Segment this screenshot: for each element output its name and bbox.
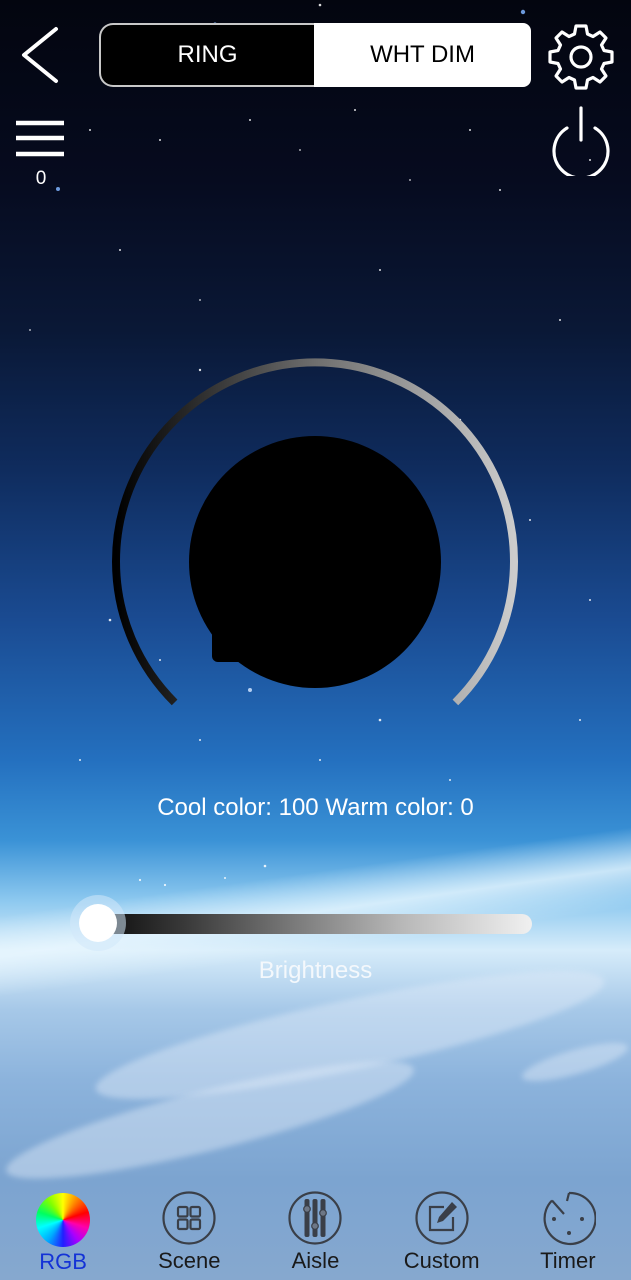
brightness-slider-thumb[interactable]: [79, 904, 117, 942]
timer-icon: [543, 1191, 596, 1246]
tab-timer[interactable]: Timer: [505, 1190, 631, 1280]
menu-button[interactable]: [14, 118, 66, 160]
tab-timer-label: Timer: [540, 1248, 596, 1273]
segment-ring[interactable]: RING: [99, 23, 314, 87]
cloud-decoration: [518, 1035, 631, 1089]
edit-icon: [415, 1191, 469, 1245]
equalizer-icon: [288, 1191, 343, 1245]
tab-rgb[interactable]: RGB: [0, 1190, 126, 1280]
brightness-slider[interactable]: [70, 894, 540, 952]
color-value-readout: Cool color: 100 Warm color: 0: [157, 794, 474, 821]
tab-scene-label: Scene: [158, 1248, 221, 1273]
tab-aisle-label: Aisle: [291, 1248, 340, 1273]
bottom-tab-bar: RGB Scene Aisle Custom Timer: [0, 1190, 631, 1280]
tab-scene[interactable]: Scene: [126, 1190, 252, 1280]
gear-icon: [548, 24, 614, 90]
power-icon: [552, 106, 610, 180]
back-button[interactable]: [18, 26, 64, 84]
tab-custom[interactable]: Custom: [379, 1190, 505, 1280]
tab-aisle[interactable]: Aisle: [252, 1190, 378, 1280]
mode-segmented-control: RING WHT DIM: [99, 23, 531, 87]
grid-icon: [162, 1191, 216, 1245]
tab-rgb-label: RGB: [39, 1249, 87, 1274]
hamburger-menu-icon: [16, 120, 64, 157]
brightness-slider-track[interactable]: [100, 914, 532, 934]
dial-knob[interactable]: [189, 436, 441, 688]
color-wheel-icon: [36, 1193, 91, 1247]
menu-count-badge: 0: [35, 168, 47, 189]
tab-custom-label: Custom: [403, 1248, 480, 1273]
power-button[interactable]: [548, 104, 614, 180]
chevron-left-icon: [22, 27, 58, 83]
settings-button[interactable]: [546, 22, 616, 92]
cloud-decoration: [0, 1040, 422, 1200]
brightness-label: Brightness: [258, 957, 373, 984]
segment-wht-dim[interactable]: WHT DIM: [314, 23, 531, 87]
